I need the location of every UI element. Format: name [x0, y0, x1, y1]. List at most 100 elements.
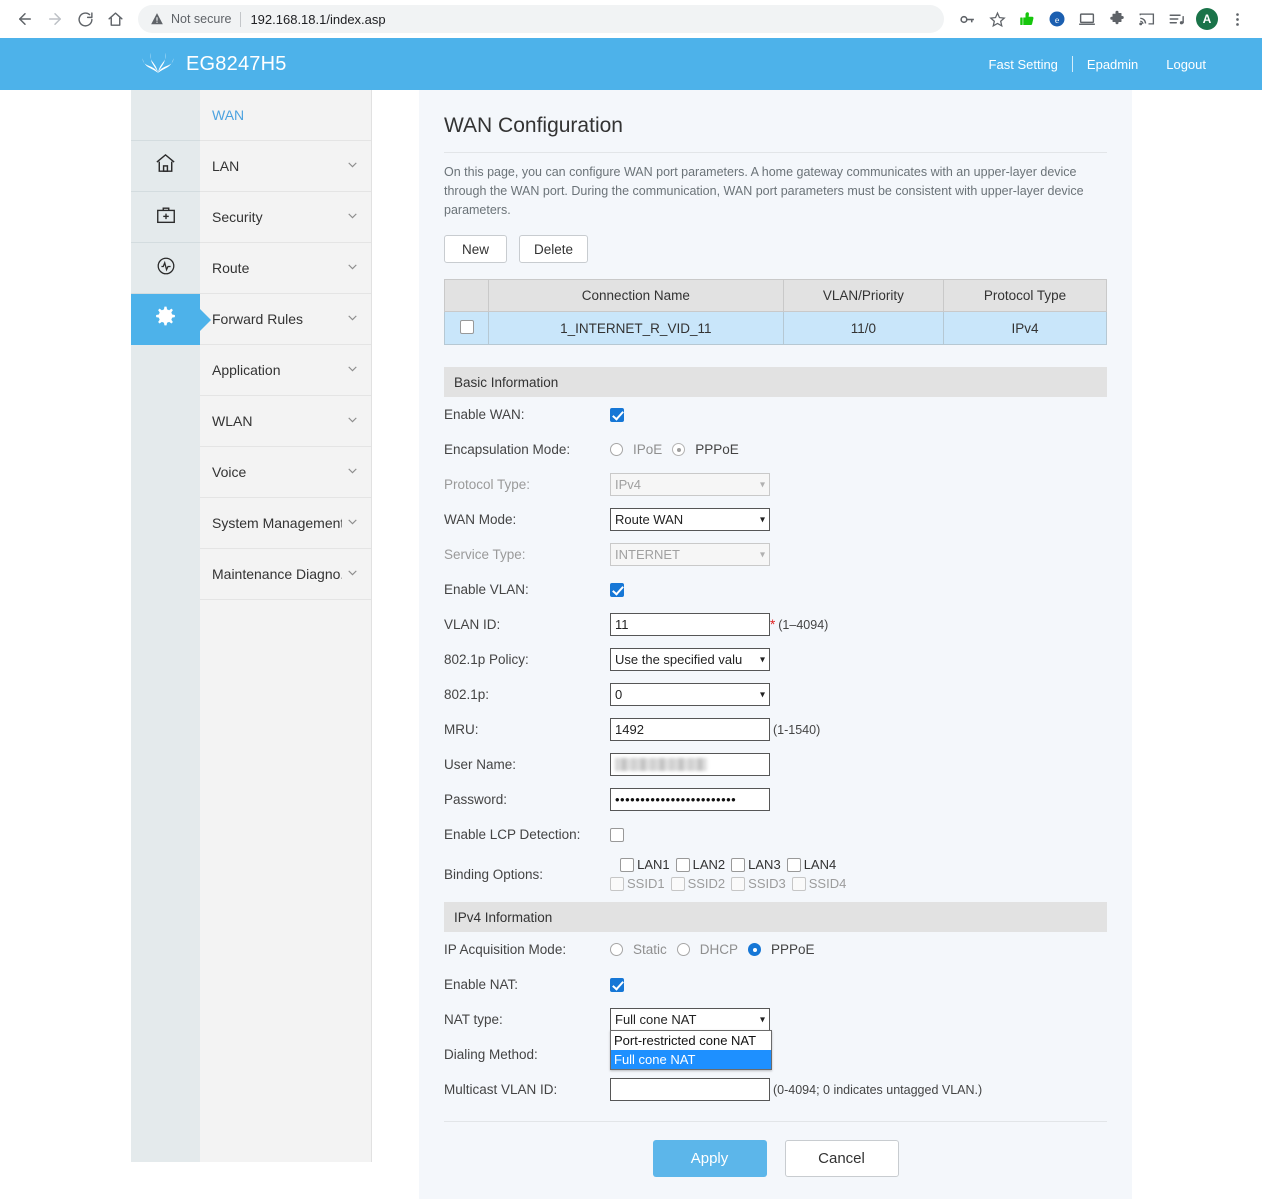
- reload-icon[interactable]: [70, 4, 100, 34]
- ip-acquisition-mode-control: Static DHCP PPPoE: [610, 942, 819, 957]
- sidebar-item-label: Application: [212, 362, 281, 378]
- binding-lan4[interactable]: LAN4: [786, 857, 837, 873]
- enable-wan-checkbox[interactable]: [610, 407, 624, 422]
- rail-item-home[interactable]: [131, 141, 200, 192]
- username-input[interactable]: [610, 753, 770, 777]
- sidebar-item-system-management[interactable]: System Management: [200, 498, 371, 549]
- field-enable-wan: Enable WAN:: [444, 397, 1107, 432]
- vlan-id-input[interactable]: [610, 613, 770, 637]
- lcp-detection-checkbox[interactable]: [610, 827, 624, 842]
- epadmin-link[interactable]: Epadmin: [1073, 57, 1152, 72]
- edge-e-icon[interactable]: e: [1042, 4, 1072, 34]
- binding-lan4-checkbox[interactable]: [786, 857, 801, 872]
- sidebar-item-label: Security: [212, 209, 263, 225]
- binding-lan2[interactable]: LAN2: [675, 857, 725, 872]
- binding-lan3-checkbox[interactable]: [731, 857, 746, 872]
- field-encapsulation-mode: Encapsulation Mode: IPoE PPPoE: [444, 432, 1107, 467]
- sidebar-item-voice[interactable]: Voice: [200, 447, 371, 498]
- binding-ssid2-checkbox: [670, 876, 685, 891]
- ip-acquisition-static-label: Static: [633, 942, 667, 958]
- key-icon[interactable]: [952, 4, 982, 34]
- field-vlan-id: VLAN ID: * (1–4094): [444, 607, 1107, 642]
- multicast-vlan-id-input[interactable]: [610, 1078, 770, 1102]
- puzzle-extension-icon[interactable]: [1102, 4, 1132, 34]
- sidebar-item-security[interactable]: Security: [200, 192, 371, 243]
- avatar[interactable]: A: [1192, 4, 1222, 34]
- delete-button[interactable]: Delete: [519, 235, 589, 264]
- sidebar-item-wan[interactable]: WAN: [200, 90, 371, 141]
- nat-type-dropdown-list: Port-restricted cone NAT Full cone NAT: [610, 1030, 772, 1071]
- sidebar-item-wlan[interactable]: WLAN: [200, 396, 371, 447]
- three-dot-menu-icon[interactable]: [1222, 4, 1252, 34]
- ip-acquisition-pppoe-radio[interactable]: [748, 943, 762, 957]
- password-input[interactable]: ••••••••••••••••••••••••: [610, 788, 770, 812]
- encapsulation-ipoe-radio[interactable]: [610, 443, 623, 457]
- rail-item-settings[interactable]: [131, 294, 200, 345]
- sidebar-item-forward-rules[interactable]: Forward Rules: [200, 294, 371, 345]
- star-icon[interactable]: [982, 4, 1012, 34]
- enable-vlan-checkbox[interactable]: [610, 582, 624, 597]
- dot1p-select[interactable]: 0 ▾: [610, 683, 770, 707]
- rail-item-status[interactable]: [131, 243, 200, 294]
- wan-mode-select[interactable]: Route WAN ▾: [610, 508, 770, 532]
- sidebar-item-label: System Management: [212, 515, 342, 531]
- row-select-checkbox[interactable]: [459, 319, 474, 334]
- encapsulation-ipoe-label: IPoE: [633, 442, 663, 458]
- section-ipv4-information: IPv4 Information: [444, 902, 1107, 933]
- sidebar-item-lan[interactable]: LAN: [200, 141, 371, 192]
- logout-link[interactable]: Logout: [1152, 57, 1220, 72]
- forward-arrow-icon[interactable]: [40, 4, 70, 34]
- row-select-cell[interactable]: [444, 311, 489, 346]
- field-enable-nat: Enable NAT:: [444, 967, 1107, 1002]
- brand: EG8247H5: [141, 49, 287, 80]
- section-basic-information: Basic Information: [444, 367, 1107, 398]
- binding-ssid4-label: SSID4: [808, 876, 847, 892]
- monitor-icon[interactable]: [1072, 4, 1102, 34]
- binding-lan4-label: LAN4: [803, 857, 837, 873]
- binding-lan2-checkbox[interactable]: [675, 857, 690, 872]
- back-arrow-icon[interactable]: [10, 4, 40, 34]
- device-model: EG8247H5: [186, 52, 287, 75]
- app-header: EG8247H5 Fast Setting Epadmin Logout: [0, 38, 1262, 90]
- binding-lan1-checkbox[interactable]: [620, 857, 635, 872]
- browser-toolbar: Not secure 192.168.18.1/index.asp e A: [0, 0, 1262, 38]
- cancel-button[interactable]: Cancel: [784, 1140, 899, 1178]
- url-text: 192.168.18.1/index.asp: [250, 11, 386, 27]
- rail-item-toolbox[interactable]: [131, 192, 200, 243]
- apply-button[interactable]: Apply: [652, 1140, 767, 1178]
- sidebar-item-application[interactable]: Application: [200, 345, 371, 396]
- new-button[interactable]: New: [444, 235, 507, 264]
- field-ip-acquisition-mode: IP Acquisition Mode: Static DHCP PPPoE: [444, 932, 1107, 967]
- enable-nat-checkbox[interactable]: [610, 977, 624, 992]
- cast-icon[interactable]: [1132, 4, 1162, 34]
- service-type-control: INTERNET ▾: [610, 543, 770, 567]
- lcp-detection-control: [610, 827, 624, 842]
- nat-type-select[interactable]: Full cone NAT ▾: [610, 1008, 770, 1032]
- avatar-letter: A: [1196, 8, 1218, 30]
- encapsulation-pppoe-radio[interactable]: [672, 443, 686, 457]
- binding-lan3[interactable]: LAN3: [731, 857, 781, 872]
- ip-acquisition-static-radio[interactable]: [610, 943, 623, 957]
- table-row[interactable]: 1_INTERNET_R_VID_11 11/0 IPv4: [444, 311, 1107, 346]
- nat-type-control: Full cone NAT ▾ Port-restricted cone NAT…: [610, 1008, 772, 1071]
- binding-lan1[interactable]: LAN1: [620, 857, 670, 872]
- username-label: User Name:: [444, 757, 517, 773]
- fast-setting-link[interactable]: Fast Setting: [975, 57, 1072, 72]
- nat-type-option-full-cone[interactable]: Full cone NAT: [611, 1050, 771, 1070]
- multicast-vlan-id-label: Multicast VLAN ID:: [444, 1082, 558, 1098]
- address-bar[interactable]: Not secure 192.168.18.1/index.asp: [138, 5, 944, 33]
- green-thumb-icon[interactable]: [1012, 4, 1042, 34]
- field-multicast-vlan-id: Multicast VLAN ID: (0-4094; 0 indicates …: [444, 1072, 1107, 1107]
- sidebar-item-maintenance-diagnosis[interactable]: Maintenance Diagno..: [200, 549, 371, 600]
- dot1p-policy-select[interactable]: Use the specified valu ▾: [610, 648, 770, 672]
- nat-type-option-port-restricted[interactable]: Port-restricted cone NAT: [611, 1031, 771, 1050]
- table-header-connection-name: Connection Name: [488, 279, 784, 313]
- playlist-icon[interactable]: [1162, 4, 1192, 34]
- mru-input[interactable]: [610, 718, 770, 742]
- sidebar-item-route[interactable]: Route: [200, 243, 371, 294]
- sidebar-item-label: Route: [212, 260, 250, 276]
- home-icon[interactable]: [100, 4, 130, 34]
- service-type-select: INTERNET ▾: [610, 543, 770, 567]
- ip-acquisition-dhcp-radio[interactable]: [676, 943, 690, 957]
- chevron-down-icon: [346, 311, 359, 327]
